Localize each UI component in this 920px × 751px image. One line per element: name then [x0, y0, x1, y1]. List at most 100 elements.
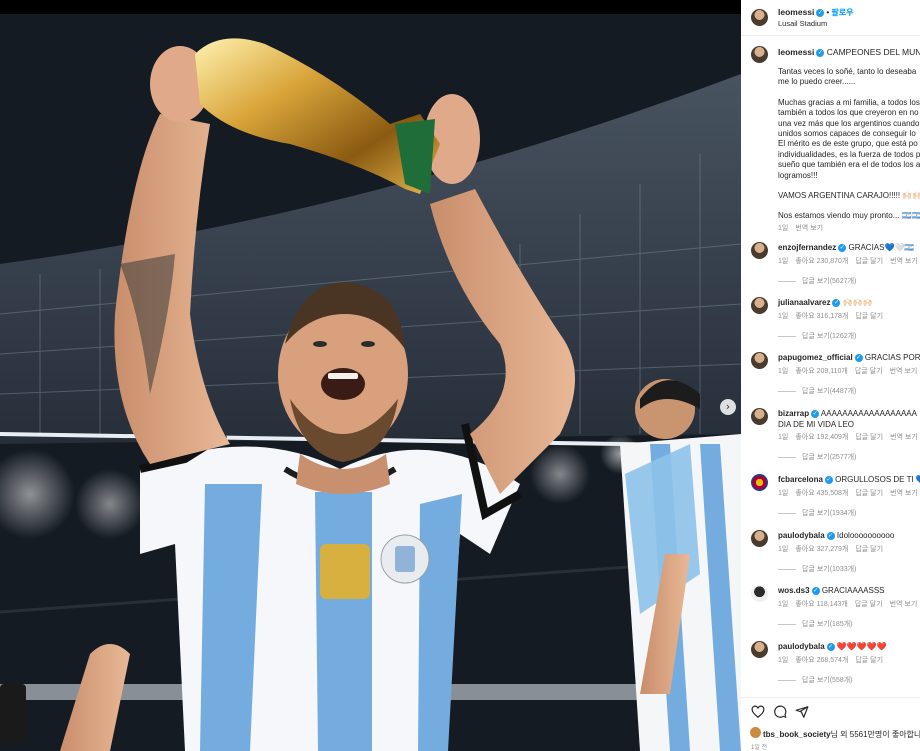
view-replies-button[interactable]: 답글 보기(5627개) — [778, 276, 856, 286]
comment-username[interactable]: enzojfernandez — [778, 243, 836, 252]
liked-by-text[interactable]: tbs_book_society님 외 5561만명이 좋아합니다 — [763, 729, 920, 740]
reply-button[interactable]: 답글 달기 — [855, 313, 883, 320]
comment-icon[interactable] — [773, 705, 787, 719]
comment-username[interactable]: papugomez_official — [778, 353, 853, 362]
comment-username[interactable]: paulodybala — [778, 642, 825, 651]
replies-line — [778, 280, 796, 282]
translate-link[interactable]: 번역 보기 — [890, 601, 918, 608]
caption-paragraph: Muchas gracias a mi familia, a todos los… — [778, 98, 920, 181]
caption-line: Muchas gracias a mi familia, a todos los — [778, 97, 920, 107]
comment-username[interactable]: fcbarcelona — [778, 475, 823, 484]
reply-button[interactable]: 답글 달기 — [855, 657, 883, 664]
share-icon[interactable] — [795, 705, 809, 719]
reply-button[interactable]: 답글 달기 — [855, 601, 883, 608]
comment-time: 1일 — [778, 657, 789, 664]
view-replies-button[interactable]: 답글 보기(1033개) — [778, 564, 856, 574]
translate-link[interactable]: 번역 보기 — [890, 490, 918, 497]
replies-line — [778, 456, 796, 458]
comment-username[interactable]: wos.ds3 — [778, 586, 810, 595]
verified-badge-icon: ✓ — [811, 586, 820, 595]
verified-badge-icon: ✓ — [832, 298, 841, 307]
view-replies-button[interactable]: 답글 보기(185개) — [778, 619, 853, 629]
replies-count: 답글 보기(185개) — [802, 621, 853, 628]
comment-likes[interactable]: 좋아요 268,574개 — [795, 657, 848, 664]
next-photo-button[interactable]: › — [720, 399, 736, 415]
comment-likes[interactable]: 좋아요 435,508개 — [795, 490, 848, 497]
verified-badge-icon: ✓ — [826, 642, 835, 651]
translate-link[interactable]: 번역 보기 — [795, 225, 823, 232]
view-replies-button[interactable]: 답글 보기(558개) — [778, 675, 853, 685]
caption-avatar[interactable] — [751, 46, 768, 63]
comment-likes[interactable]: 좋아요 209,110개 — [795, 368, 848, 375]
comment-meta: 1일 좋아요 327,279개 답글 달기 — [778, 544, 890, 554]
replies-count: 답글 보기(2577개) — [802, 454, 857, 461]
comment-meta: 1일 좋아요 435,508개 답글 달기 번역 보기 — [778, 488, 920, 498]
comment-time: 1일 — [778, 368, 789, 375]
replies-count: 답글 보기(1033개) — [802, 566, 857, 573]
avatar[interactable] — [751, 9, 768, 26]
comment-likes[interactable]: 좋아요 230,870개 — [795, 258, 848, 265]
comment-likes[interactable]: 좋아요 118,143개 — [795, 601, 848, 608]
caption-line: unidos somos capaces de conseguir lo — [778, 129, 916, 139]
follow-button[interactable]: 팔로우 — [831, 8, 853, 17]
avatar[interactable] — [751, 408, 768, 425]
caption-line: Tantas veces lo soñé, tanto lo deseaba — [778, 67, 917, 76]
replies-line — [778, 623, 796, 625]
caption-paragraph: VAMOS ARGENTINA CARAJO!!!!! 🙌🏻🙌🏻 — [778, 191, 920, 201]
avatar[interactable] — [751, 530, 768, 547]
reply-button[interactable]: 답글 달기 — [855, 368, 883, 375]
replies-count: 답글 보기(5627개) — [802, 278, 857, 285]
translate-link[interactable]: 번역 보기 — [890, 368, 918, 375]
comment-meta: 1일 좋아요 230,870개 답글 달기 번역 보기 — [778, 256, 920, 266]
replies-line — [778, 679, 796, 681]
comment-meta: 1일 좋아요 316,178개 답글 달기 — [778, 311, 890, 321]
comment-username[interactable]: bizarrap — [778, 409, 809, 418]
view-replies-button[interactable]: 답글 보기(1934개) — [778, 508, 856, 518]
liked-by-count: 님 외 5561만명이 좋아합니다 — [830, 730, 920, 739]
reply-button[interactable]: 답글 달기 — [855, 258, 883, 265]
verified-badge-icon: ✓ — [816, 8, 825, 17]
caption-line: me lo puedo creer...... — [778, 77, 856, 87]
comment-body-line2: DIA DE MI VIDA LEO — [778, 419, 855, 429]
comment-username[interactable]: julianaalvarez — [778, 298, 830, 307]
replies-count: 답글 보기(1262개) — [802, 333, 857, 340]
view-replies-button[interactable]: 답글 보기(4487개) — [778, 386, 856, 396]
comment-likes[interactable]: 좋아요 316,178개 — [795, 313, 848, 320]
avatar[interactable] — [751, 297, 768, 314]
avatar[interactable] — [751, 585, 768, 602]
heart-icon[interactable] — [751, 705, 765, 719]
replies-line — [778, 568, 796, 570]
comment-meta: 1일 좋아요 192,409개 답글 달기 번역 보기 — [778, 432, 920, 442]
liked-by-avatar[interactable] — [750, 727, 761, 738]
caption-line: El mérito es de este grupo, que está po — [778, 139, 918, 149]
view-replies-button[interactable]: 답글 보기(1262개) — [778, 331, 856, 341]
comment-likes[interactable]: 좋아요 192,409개 — [795, 434, 848, 441]
caption-paragraph: Tantas veces lo soñé, tanto lo deseaba m… — [778, 67, 920, 88]
comment-body: ❤️❤️❤️❤️❤️ — [836, 642, 887, 651]
translate-link[interactable]: 번역 보기 — [890, 434, 918, 441]
translate-link[interactable]: 번역 보기 — [890, 258, 918, 265]
comment-likes[interactable]: 좋아요 327,279개 — [795, 546, 848, 553]
reply-button[interactable]: 답글 달기 — [855, 434, 883, 441]
comment-meta: 1일 좋아요 118,143개 답글 달기 번역 보기 — [778, 599, 920, 609]
post-side-panel: leomessi ✓ • 팔로우 Lusail Stadium leomessi ✓ C… — [741, 0, 920, 751]
reply-button[interactable]: 답글 달기 — [855, 490, 883, 497]
avatar[interactable] — [751, 474, 768, 491]
avatar[interactable] — [751, 242, 768, 259]
avatar[interactable] — [751, 641, 768, 658]
reply-button[interactable]: 답글 달기 — [855, 546, 883, 553]
comment-text: paulodybala ✓ ❤️❤️❤️❤️❤️ — [778, 642, 887, 653]
separator-dot: • — [826, 7, 830, 17]
liked-by-username[interactable]: tbs_book_society — [763, 730, 831, 739]
view-replies-button[interactable]: 답글 보기(2577개) — [778, 452, 856, 462]
caption-text: Tantas veces lo soñé, tanto lo deseaba m… — [778, 67, 920, 234]
location-link[interactable]: Lusail Stadium — [778, 19, 827, 28]
avatar[interactable] — [751, 352, 768, 369]
caption-line: VAMOS ARGENTINA CARAJO!!!!! 🙌🏻🙌🏻 — [778, 191, 920, 201]
header-username[interactable]: leomessi — [778, 7, 814, 17]
comment-time: 1일 — [778, 258, 789, 265]
comment-username[interactable]: paulodybala — [778, 531, 825, 540]
verified-badge-icon: ✓ — [826, 531, 835, 540]
caption-username[interactable]: leomessi — [778, 47, 814, 57]
post-photo[interactable]: › — [0, 14, 741, 751]
